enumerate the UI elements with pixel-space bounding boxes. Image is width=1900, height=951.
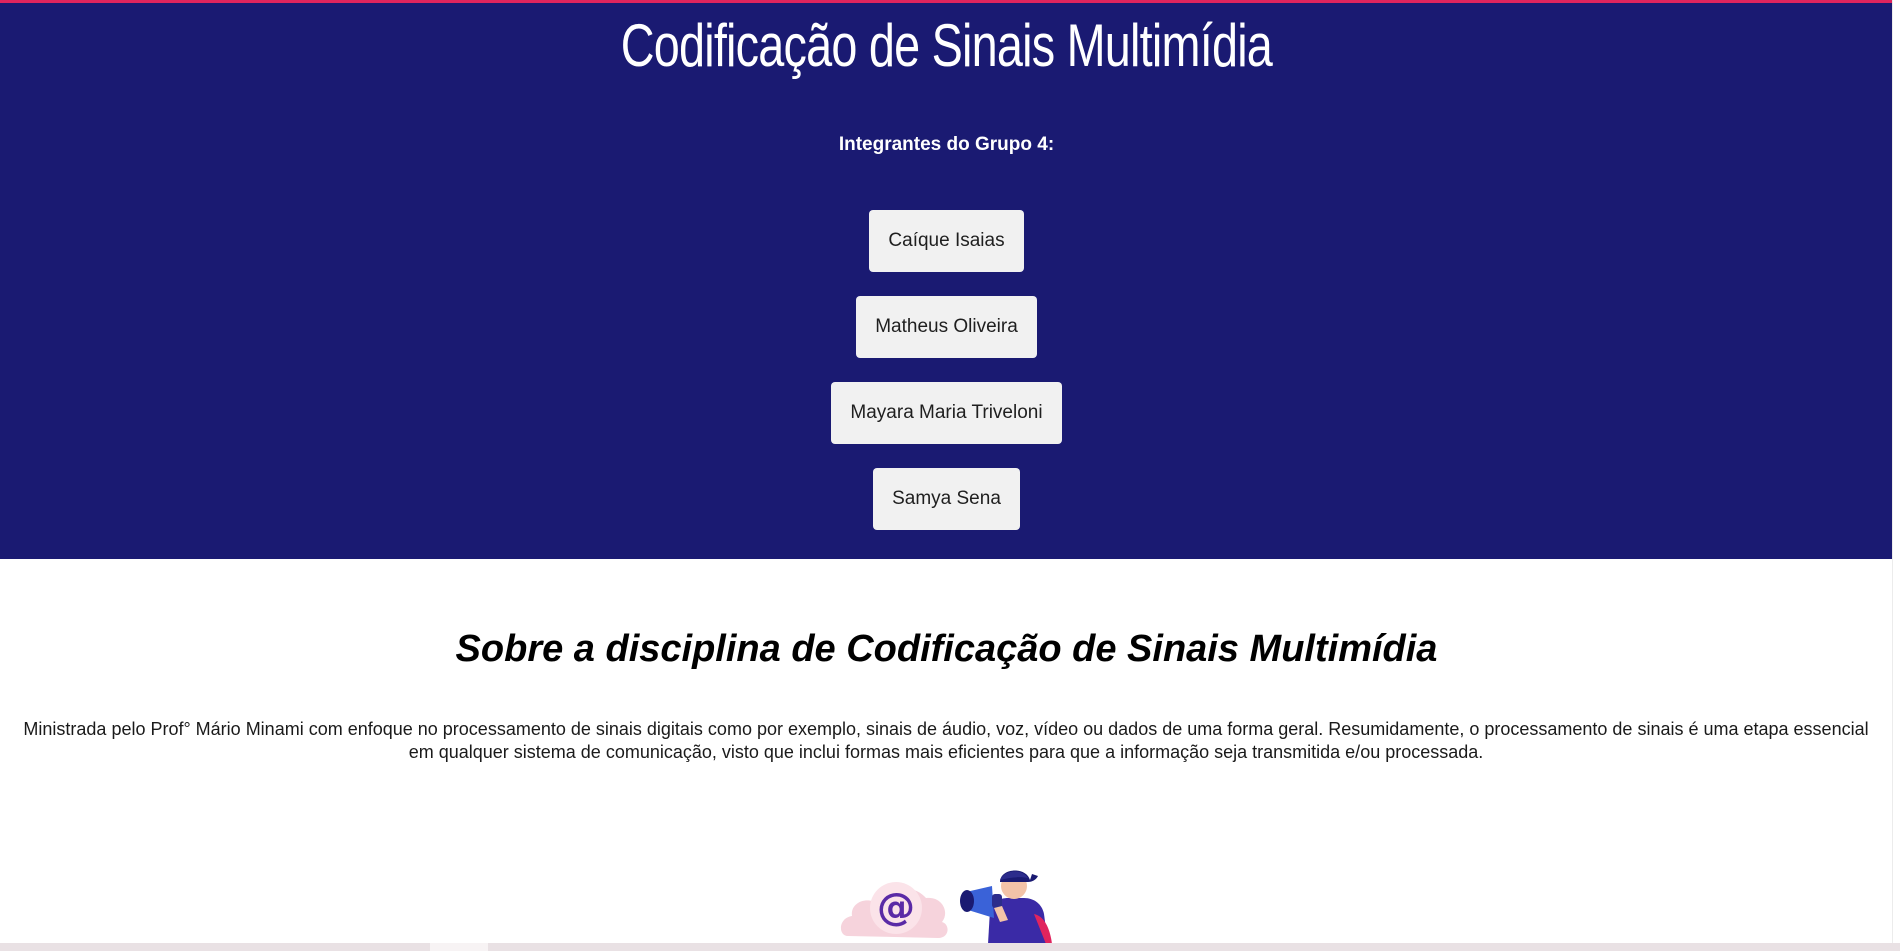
megaphone-person-icon	[960, 870, 1052, 944]
hero-section: Codificação de Sinais Multimídia Integra…	[0, 3, 1900, 559]
horizontal-scrollbar[interactable]	[0, 943, 1900, 951]
member-button-mayara-maria-triveloni[interactable]: Mayara Maria Triveloni	[831, 382, 1062, 444]
about-title: Sobre a disciplina de Codificação de Sin…	[455, 628, 1438, 670]
member-button-caique-isaias[interactable]: Caíque Isaias	[869, 210, 1024, 272]
member-button-matheus-oliveira[interactable]: Matheus Oliveira	[856, 296, 1037, 358]
communication-illustration: @	[840, 870, 1052, 944]
at-symbol: @	[877, 885, 915, 929]
member-button-samya-sena[interactable]: Samya Sena	[873, 468, 1020, 530]
member-list: Caíque Isaias Matheus Oliveira Mayara Ma…	[0, 210, 1893, 554]
page-title: Codificação de Sinais Multimídia	[620, 12, 1273, 79]
member-list-item: Samya Sena	[0, 468, 1893, 554]
member-list-item: Matheus Oliveira	[0, 296, 1893, 382]
at-sign-cloud-icon: @	[840, 882, 948, 938]
about-description: Ministrada pelo Prof° Mário Minami com e…	[23, 719, 1869, 762]
vertical-scrollbar[interactable]	[1892, 0, 1900, 951]
members-heading: Integrantes do Grupo 4:	[838, 134, 1055, 155]
member-list-item: Caíque Isaias	[0, 210, 1893, 296]
member-list-item: Mayara Maria Triveloni	[0, 382, 1893, 468]
horizontal-scrollbar-thumb[interactable]	[430, 943, 488, 951]
